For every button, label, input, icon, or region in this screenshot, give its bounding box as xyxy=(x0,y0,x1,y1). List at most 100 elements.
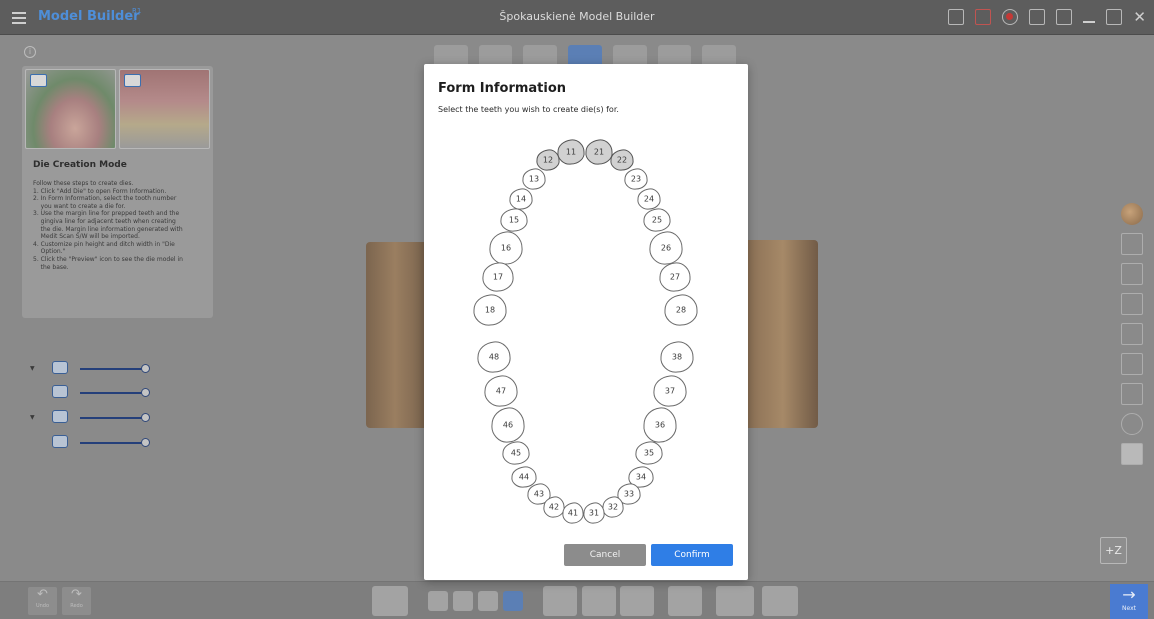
tooth-44[interactable]: 44 xyxy=(511,466,537,488)
info-icon[interactable]: i xyxy=(24,46,36,58)
die-option-button[interactable] xyxy=(620,586,654,616)
tooth-filter-icon[interactable] xyxy=(453,591,473,611)
opacity-slider-track[interactable] xyxy=(80,368,144,370)
tooth-number: 45 xyxy=(511,449,521,458)
dental-model-3d[interactable] xyxy=(748,240,818,428)
tooth-filter-icon-active[interactable] xyxy=(503,591,523,611)
delete-button[interactable] xyxy=(668,586,702,616)
opacity-slider-handle[interactable] xyxy=(141,413,150,422)
tooth-32[interactable]: 32 xyxy=(602,496,624,518)
reset-view-icon[interactable] xyxy=(1121,413,1143,435)
tooth-25[interactable]: 25 xyxy=(643,208,671,232)
view-toolbar xyxy=(1121,203,1147,473)
add-die-icon xyxy=(30,74,47,87)
tooth-number: 18 xyxy=(485,306,495,315)
link-button[interactable] xyxy=(582,586,616,616)
tooth-number: 27 xyxy=(670,273,680,282)
tooth-number: 34 xyxy=(636,473,646,482)
tooth-number: 23 xyxy=(631,175,641,184)
view-bottom-icon[interactable] xyxy=(1121,383,1143,405)
tooth-41[interactable]: 41 xyxy=(562,502,584,524)
tooth-filter-icon[interactable] xyxy=(428,591,448,611)
panel-title: Die Creation Mode xyxy=(33,160,127,170)
z-axis-button[interactable]: +Z xyxy=(1100,537,1127,564)
cancel-button[interactable]: Cancel xyxy=(564,544,646,566)
record-icon[interactable] xyxy=(1002,9,1019,25)
tooth-36[interactable]: 36 xyxy=(643,407,677,443)
tooth-15[interactable]: 15 xyxy=(500,208,528,232)
tooth-47[interactable]: 47 xyxy=(484,375,518,407)
guide-panel: Die Creation Mode Follow these steps to … xyxy=(22,66,213,318)
arrow-right-icon: → xyxy=(1122,585,1136,604)
tooth-chart: 11 21 12 22 13 23 14 24 15 25 16 26 17 27 18 28 48 38 47 37… xyxy=(473,139,698,524)
tooth-24[interactable]: 24 xyxy=(637,188,661,210)
material-view-icon[interactable] xyxy=(1121,203,1143,225)
redo-icon: ↷ xyxy=(71,587,82,602)
tooth-22[interactable]: 22 xyxy=(610,149,634,171)
tooth-37[interactable]: 37 xyxy=(653,375,687,407)
layout-icon[interactable] xyxy=(1056,9,1073,25)
tooth-48[interactable]: 48 xyxy=(477,341,511,373)
minimize-icon[interactable] xyxy=(1083,21,1096,23)
opacity-slider-track[interactable] xyxy=(80,442,144,444)
camera-icon[interactable] xyxy=(1029,9,1046,25)
tooth-46[interactable]: 46 xyxy=(491,407,525,443)
opacity-slider-track[interactable] xyxy=(80,417,144,419)
tooth-45[interactable]: 45 xyxy=(502,441,530,465)
tooth-23[interactable]: 23 xyxy=(624,168,648,190)
view-top-icon[interactable] xyxy=(1121,353,1143,375)
tooth-number: 43 xyxy=(534,490,544,499)
add-die-button[interactable] xyxy=(372,586,408,616)
opacity-slider-handle[interactable] xyxy=(141,438,150,447)
redo-button[interactable]: ↷ Redo xyxy=(62,587,91,615)
opacity-slider-handle[interactable] xyxy=(141,364,150,373)
expand-caret-icon[interactable]: ▼ xyxy=(30,365,35,372)
opacity-slider-handle[interactable] xyxy=(141,388,150,397)
undo-button[interactable]: ↶ Undo xyxy=(28,587,57,615)
tooth-26[interactable]: 26 xyxy=(649,231,683,265)
tooth-number: 46 xyxy=(503,421,513,430)
tooth-number: 15 xyxy=(509,216,519,225)
dental-model-3d[interactable] xyxy=(366,242,424,428)
tooth-filter-icon[interactable] xyxy=(478,591,498,611)
tooth-number: 24 xyxy=(644,195,654,204)
tooth-number: 13 xyxy=(529,175,539,184)
maximize-icon[interactable] xyxy=(1106,9,1123,25)
tooth-13[interactable]: 13 xyxy=(522,168,546,190)
tooth-12[interactable]: 12 xyxy=(536,149,560,171)
tooth-38[interactable]: 38 xyxy=(660,341,694,373)
tooth-number: 31 xyxy=(589,509,599,518)
tooth-11[interactable]: 11 xyxy=(557,139,585,165)
screen-capture-icon[interactable] xyxy=(948,9,965,25)
margin-line-button[interactable] xyxy=(543,586,577,616)
tooth-18[interactable]: 18 xyxy=(473,294,507,326)
next-label: Next xyxy=(1122,605,1136,612)
undo-label: Undo xyxy=(35,603,50,609)
view-front-icon[interactable] xyxy=(1121,233,1143,255)
view-settings-icon[interactable] xyxy=(1121,443,1143,465)
view-back-icon[interactable] xyxy=(1121,263,1143,285)
close-icon[interactable]: ✕ xyxy=(1133,9,1146,25)
view-left-icon[interactable] xyxy=(1121,293,1143,315)
expand-caret-icon[interactable]: ▼ xyxy=(30,414,35,421)
tooth-35[interactable]: 35 xyxy=(635,441,663,465)
base-button[interactable] xyxy=(762,586,798,616)
preview-button[interactable] xyxy=(716,586,754,616)
confirm-button[interactable]: Confirm xyxy=(651,544,733,566)
view-right-icon[interactable] xyxy=(1121,323,1143,345)
tooth-17[interactable]: 17 xyxy=(482,262,514,292)
tooth-number: 36 xyxy=(655,421,665,430)
opacity-slider-track[interactable] xyxy=(80,392,144,394)
tooth-21[interactable]: 21 xyxy=(585,139,613,165)
next-button[interactable]: → Next xyxy=(1110,584,1148,619)
tooth-28[interactable]: 28 xyxy=(664,294,698,326)
tooth-14[interactable]: 14 xyxy=(509,188,533,210)
tooth-42[interactable]: 42 xyxy=(543,496,565,518)
tooth-31[interactable]: 31 xyxy=(583,502,605,524)
screen-record-icon[interactable] xyxy=(975,9,992,25)
tooth-16[interactable]: 16 xyxy=(489,231,523,265)
tooth-27[interactable]: 27 xyxy=(659,262,691,292)
panel-instructions: Follow these steps to create dies. 1. Cl… xyxy=(33,180,183,271)
form-information-dialog: Form Information Select the teeth you wi… xyxy=(424,64,748,580)
tooth-number: 14 xyxy=(516,195,526,204)
